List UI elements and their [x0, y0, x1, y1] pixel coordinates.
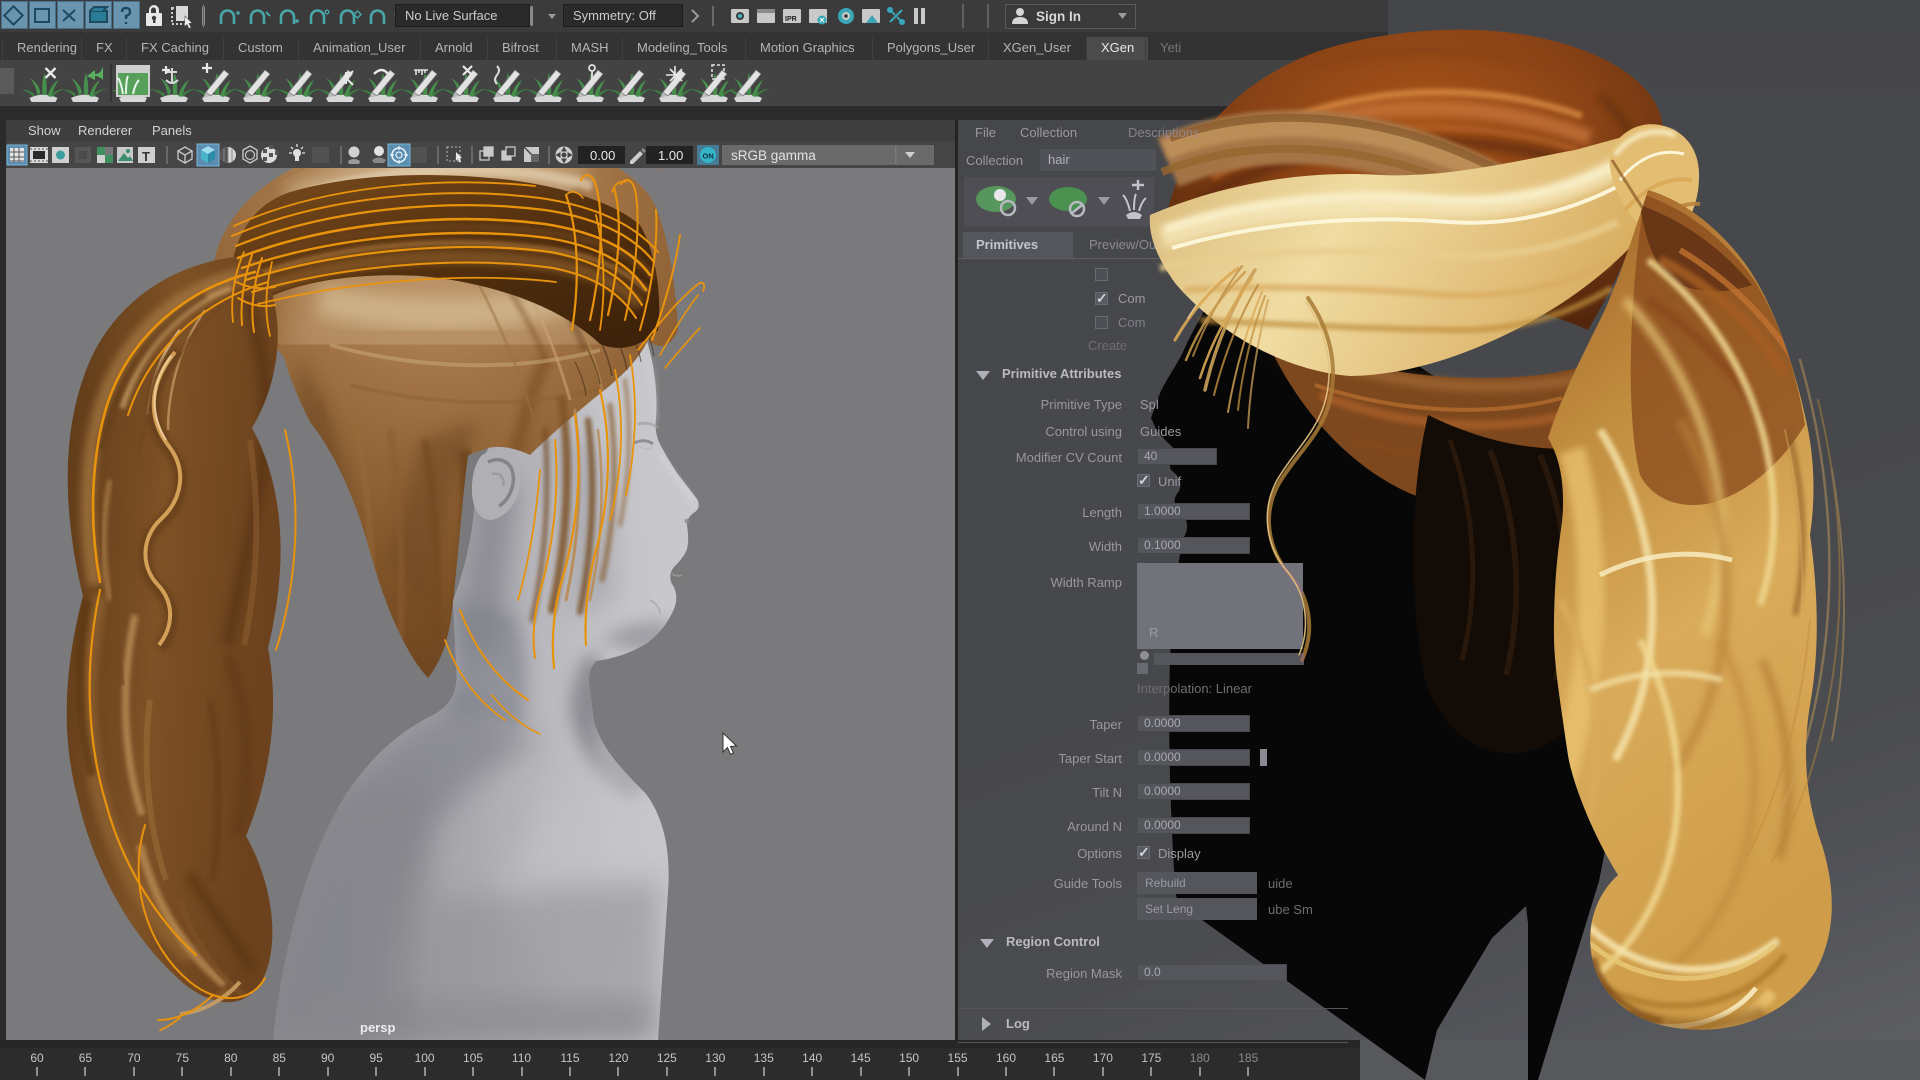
svg-text:T: T [142, 149, 150, 164]
svg-text:ON: ON [703, 152, 714, 161]
svg-text:IPR: IPR [785, 16, 797, 23]
svg-text:0.00: 0.00 [590, 148, 615, 163]
svg-text:persp: persp [360, 1020, 395, 1035]
svg-text:1.00: 1.00 [658, 148, 683, 163]
svg-text:sRGB gamma: sRGB gamma [731, 148, 816, 163]
